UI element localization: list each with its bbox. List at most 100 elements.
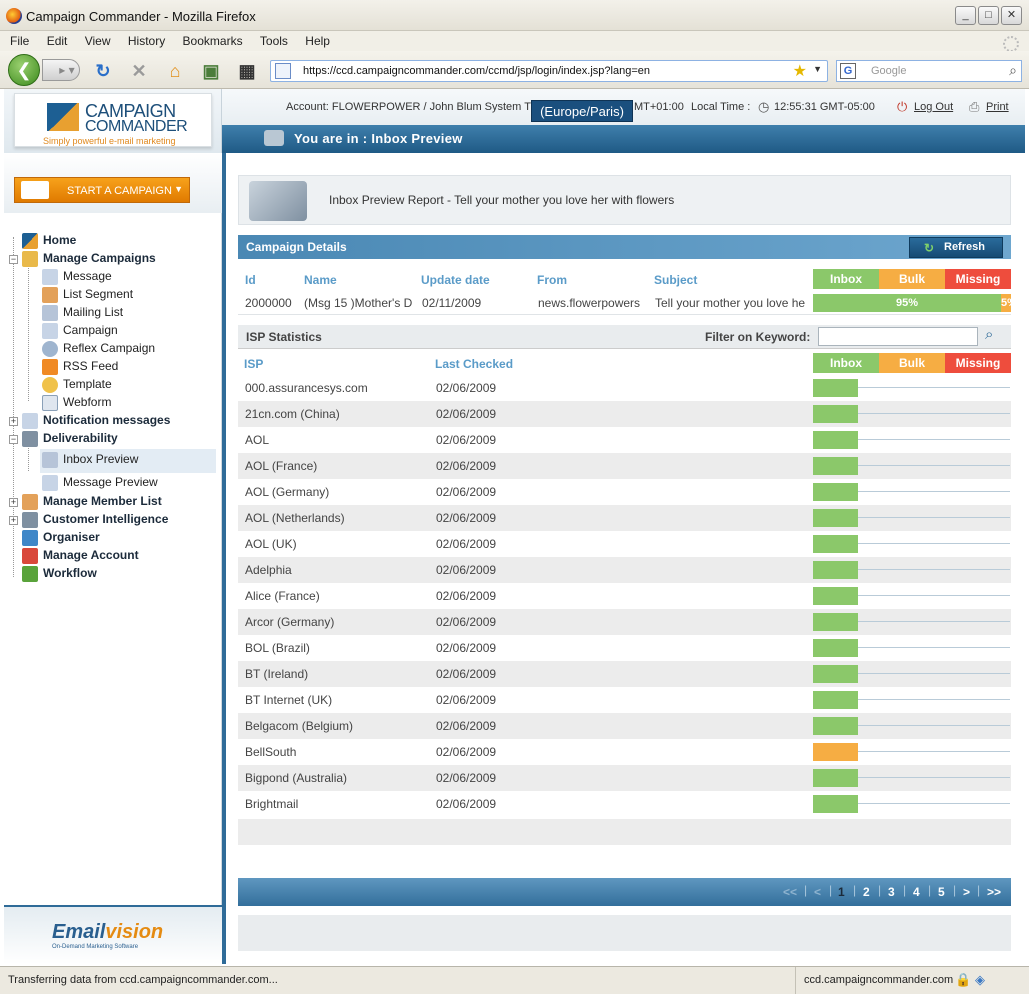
sidebar-toggle-icon[interactable]: ▦ [236,60,258,82]
main-content: Inbox Preview Report - Tell your mother … [222,153,1025,964]
tree-item-manage-member-list[interactable]: Manage Member List [22,494,162,512]
back-button[interactable]: ❮ [8,54,40,86]
row-divider [858,803,1010,804]
menu-file[interactable]: File [10,34,29,48]
print-link[interactable]: Print [986,101,1009,113]
minimize-button[interactable]: _ [955,6,976,25]
url-dropdown-icon[interactable]: ▼ [813,64,822,74]
campaign-commander-logo[interactable]: CAMPAIGN COMMANDER Simply powerful e-mai… [14,93,212,147]
table-row[interactable]: Bigpond (Australia) 02/06/2009 [238,765,1011,791]
search-box[interactable]: G Google ⌕ [836,60,1022,82]
maximize-button[interactable]: □ [978,6,999,25]
campaign-row[interactable]: 2000000 (Msg 15 )Mother's D 02/11/2009 n… [238,291,1017,315]
table-row[interactable]: AOL 02/06/2009 [238,427,1011,453]
star-icon[interactable]: ★ [793,61,807,81]
page-1[interactable]: 1 [838,885,845,899]
lock-icon[interactable]: 🔒 [955,972,971,988]
table-row[interactable]: Brightmail 02/06/2009 [238,791,1011,817]
page-4[interactable]: 4 [913,885,920,899]
tree-item-template[interactable]: Template [42,377,112,395]
report-header: Inbox Preview Report - Tell your mother … [238,175,1011,225]
menu-edit[interactable]: Edit [47,34,68,48]
tree-item-mailing-list[interactable]: Mailing List [42,305,123,323]
page-next[interactable]: > [963,885,970,899]
start-campaign-button[interactable]: START A CAMPAIGN ▼ [14,177,190,203]
search-engine-icon[interactable]: G [840,63,856,79]
isp-last-checked: 02/06/2009 [436,797,497,811]
expand-manage-member-list[interactable]: + [9,498,18,507]
page-last[interactable]: >> [987,885,1001,899]
tree-item-rss-feed[interactable]: RSS Feed [42,359,118,377]
connection-icon[interactable]: ◈ [975,972,985,988]
tree-item-customer-intelligence[interactable]: Customer Intelligence [22,512,168,530]
pagination-bar: << | < | 1 | 2 | 3 | 4 | 5 | > | >> [238,878,1011,906]
table-row[interactable]: Alice (France) 02/06/2009 [238,583,1011,609]
menu-history[interactable]: History [128,34,165,48]
tree-item-inbox-preview[interactable]: Inbox Preview [40,449,216,473]
menu-bookmarks[interactable]: Bookmarks [183,34,243,48]
rss-icon [42,359,58,375]
col-header-isp[interactable]: ISP [244,357,263,371]
isp-status-bar [813,717,858,735]
print-icon[interactable]: ⎙ [969,99,979,115]
table-row[interactable]: AOL (Germany) 02/06/2009 [238,479,1011,505]
page-3[interactable]: 3 [888,885,895,899]
table-row[interactable]: BellSouth 02/06/2009 [238,739,1011,765]
table-row[interactable]: 21cn.com (China) 02/06/2009 [238,401,1011,427]
page-prev[interactable]: < [814,885,821,899]
expand-notification-messages[interactable]: + [9,417,18,426]
expand-customer-intelligence[interactable]: + [9,516,18,525]
tree-item-manage-campaigns[interactable]: Manage Campaigns [22,251,156,269]
tree-item-reflex-campaign[interactable]: Reflex Campaign [42,341,155,359]
page-5[interactable]: 5 [938,885,945,899]
col-header-last-checked[interactable]: Last Checked [435,357,513,371]
tree-item-campaign[interactable]: Campaign [42,323,118,341]
table-row[interactable]: Arcor (Germany) 02/06/2009 [238,609,1011,635]
page-2[interactable]: 2 [863,885,870,899]
table-row[interactable]: AOL (Netherlands) 02/06/2009 [238,505,1011,531]
search-icon[interactable]: ⌕ [1009,62,1017,79]
table-row[interactable]: BOL (Brazil) 02/06/2009 [238,635,1011,661]
expand-deliverability[interactable]: − [9,435,18,444]
refresh-button[interactable]: ↻ Refresh [909,237,1003,258]
tree-item-notification-messages[interactable]: Notification messages [22,413,170,431]
filter-keyword-input[interactable] [818,327,978,346]
page-first[interactable]: << [783,885,797,899]
close-button[interactable]: ✕ [1001,6,1022,25]
table-row[interactable]: Adelphia 02/06/2009 [238,557,1011,583]
filter-search-icon[interactable]: ⌕ [985,326,993,343]
tree-item-manage-account[interactable]: Manage Account [22,548,139,566]
bookmark-add-icon[interactable]: ▣ [200,60,222,82]
expand-manage-campaigns[interactable]: − [9,255,18,264]
tree-item-organiser[interactable]: Organiser [22,530,100,548]
menu-tools[interactable]: Tools [260,34,288,48]
tree-item-deliverability[interactable]: Deliverability [22,431,118,449]
home-icon[interactable]: ⌂ [164,60,186,82]
col-header-subject[interactable]: Subject [654,273,697,287]
table-row[interactable]: Belgacom (Belgium) 02/06/2009 [238,713,1011,739]
col-header-from[interactable]: From [537,273,567,287]
forward-button[interactable]: ▸ ▾ [42,59,80,81]
table-row[interactable]: BT Internet (UK) 02/06/2009 [238,687,1011,713]
menu-help[interactable]: Help [305,34,330,48]
tree-item-list-segment[interactable]: List Segment [42,287,133,305]
url-bar[interactable]: https://ccd.campaigncommander.com/ccmd/j… [270,60,828,82]
stop-icon[interactable]: ✕ [128,60,150,82]
tree-item-message-preview[interactable]: Message Preview [42,475,158,493]
tree-item-workflow[interactable]: Workflow [22,566,97,584]
logout-link[interactable]: Log Out [914,101,953,113]
isp-last-checked: 02/06/2009 [436,433,497,447]
col-header-id[interactable]: Id [245,273,256,287]
table-row[interactable]: BT (Ireland) 02/06/2009 [238,661,1011,687]
table-row[interactable]: AOL (UK) 02/06/2009 [238,531,1011,557]
reload-icon[interactable]: ↻ [92,60,114,82]
logout-icon[interactable]: ⏻ [897,99,907,115]
col-header-update-date[interactable]: Update date [421,273,490,287]
menu-view[interactable]: View [85,34,111,48]
table-row[interactable]: 000.assurancesys.com 02/06/2009 [238,375,1011,401]
tree-item-webform[interactable]: Webform [42,395,111,413]
tree-item-message[interactable]: Message [42,269,112,287]
tree-item-home[interactable]: Home [22,233,76,251]
col-header-name[interactable]: Name [304,273,337,287]
table-row[interactable]: AOL (France) 02/06/2009 [238,453,1011,479]
